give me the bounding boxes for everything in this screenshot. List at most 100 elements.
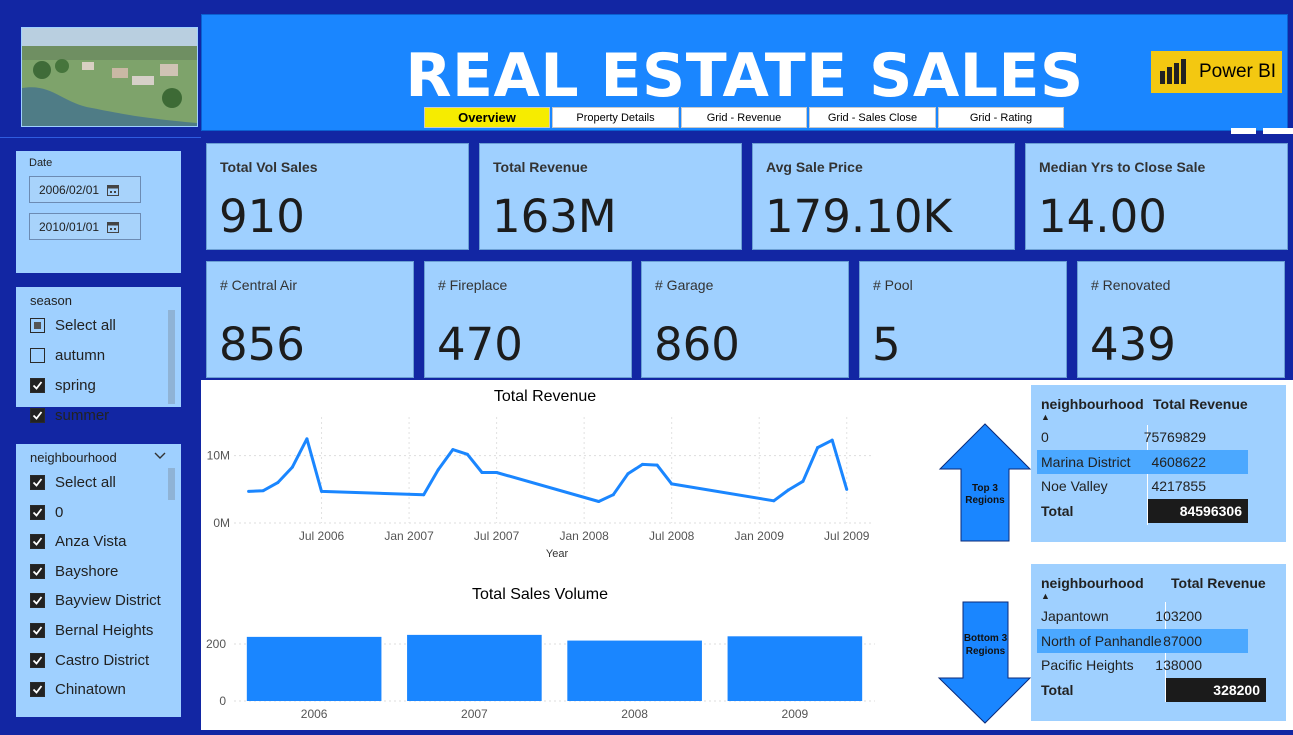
- kpi-card[interactable]: Total Revenue 163M: [479, 143, 742, 250]
- header-banner: REAL ESTATE SALES Power BI Overview Prop…: [201, 14, 1288, 131]
- sort-up-icon[interactable]: ▲: [1041, 591, 1050, 601]
- col-header-total-revenue[interactable]: Total Revenue: [1171, 575, 1266, 591]
- slicer-item-label: Chinatown: [55, 681, 126, 699]
- line-point[interactable]: [436, 468, 440, 472]
- line-point[interactable]: [845, 487, 849, 491]
- slicer-item[interactable]: Select all: [30, 474, 116, 491]
- checkbox-checked-icon[interactable]: [30, 593, 45, 609]
- kpi-card[interactable]: # Renovated 439: [1077, 261, 1285, 378]
- slicer-item[interactable]: Bernal Heights: [30, 622, 153, 639]
- slicer-item[interactable]: Bayview District: [30, 592, 161, 609]
- checkbox-checked-icon[interactable]: [30, 534, 45, 550]
- line-point[interactable]: [305, 437, 309, 441]
- scrollbar[interactable]: [168, 310, 175, 404]
- cell-neighbourhood: 0: [1041, 429, 1049, 445]
- checkbox-checked-icon[interactable]: [30, 378, 45, 393]
- tab-property-details[interactable]: Property Details: [552, 107, 679, 128]
- cell-total-revenue: 103200: [1155, 608, 1202, 624]
- checkbox-checked-icon[interactable]: [30, 623, 45, 638]
- kpi-label: Total Revenue: [493, 159, 588, 175]
- bar[interactable]: [407, 634, 542, 701]
- kpi-card[interactable]: # Central Air 856: [206, 261, 414, 378]
- chevron-down-icon[interactable]: [154, 452, 166, 460]
- slicer-item[interactable]: spring: [30, 377, 96, 394]
- slicer-item[interactable]: Bayshore: [30, 563, 118, 580]
- total-sales-volume-bar-chart[interactable]: Total Sales Volume 0 200 2006 2007 2008 2009: [206, 586, 875, 721]
- line-point[interactable]: [290, 465, 294, 469]
- checkbox-checked-icon[interactable]: [30, 475, 45, 490]
- line-point[interactable]: [465, 452, 469, 456]
- line-point[interactable]: [611, 493, 615, 497]
- line-point[interactable]: [451, 448, 455, 452]
- tab-grid-revenue[interactable]: Grid - Revenue: [681, 107, 807, 128]
- top-regions-table[interactable]: neighbourhood ▲ Total Revenue 0 75769829 M…: [1031, 385, 1286, 542]
- line-point[interactable]: [247, 489, 251, 493]
- checkbox-checked-icon[interactable]: [30, 408, 45, 423]
- line-point[interactable]: [495, 471, 499, 474]
- line-point[interactable]: [786, 488, 790, 492]
- line-point[interactable]: [772, 499, 776, 503]
- table-row[interactable]: Pacific Heights 138000: [1037, 653, 1248, 677]
- line-point[interactable]: [276, 481, 280, 485]
- kpi-card[interactable]: Total Vol Sales 910: [206, 143, 469, 250]
- kpi-card[interactable]: Median Yrs to Close Sale 14.00: [1025, 143, 1288, 250]
- line-point[interactable]: [830, 438, 834, 442]
- table-row[interactable]: Japantown 103200: [1037, 604, 1248, 628]
- kpi-card[interactable]: Avg Sale Price 179.10K: [752, 143, 1015, 250]
- x-tick-label: 2006: [301, 707, 328, 721]
- table-row[interactable]: Marina District 4608622: [1037, 449, 1248, 474]
- revenue-series-line[interactable]: [248, 437, 849, 503]
- line-point[interactable]: [655, 463, 659, 467]
- calendar-icon[interactable]: [107, 184, 120, 196]
- table-row[interactable]: Noe Valley 4217855: [1037, 474, 1248, 498]
- kpi-card[interactable]: # Garage 860: [641, 261, 849, 378]
- bar[interactable]: [727, 636, 863, 701]
- scrollbar[interactable]: [168, 468, 175, 500]
- line-point[interactable]: [816, 446, 820, 450]
- table-row[interactable]: North of Panhandle 87000: [1037, 628, 1248, 653]
- bar[interactable]: [246, 636, 382, 701]
- tab-overview[interactable]: Overview: [424, 107, 550, 128]
- slicer-item[interactable]: Chinatown: [30, 681, 126, 698]
- slicer-item-label: autumn: [55, 347, 106, 364]
- col-header-neighbourhood[interactable]: neighbourhood: [1041, 396, 1144, 412]
- line-point[interactable]: [670, 482, 674, 486]
- slicer-item[interactable]: summer: [30, 407, 109, 424]
- tab-grid-rating[interactable]: Grid - Rating: [938, 107, 1064, 128]
- line-point[interactable]: [261, 489, 265, 493]
- checkbox-icon[interactable]: [30, 348, 45, 363]
- checkbox-checked-icon[interactable]: [30, 652, 45, 668]
- calendar-icon[interactable]: [107, 221, 120, 233]
- checkbox-checked-icon[interactable]: [30, 563, 45, 579]
- line-point[interactable]: [480, 471, 484, 474]
- tab-grid-sales-close[interactable]: Grid - Sales Close: [809, 107, 936, 128]
- slicer-item[interactable]: autumn: [30, 347, 105, 364]
- checkbox-checked-icon[interactable]: [30, 504, 45, 520]
- start-date-field[interactable]: 2006/02/01: [29, 176, 141, 203]
- kpi-card[interactable]: # Fireplace 470: [424, 261, 632, 378]
- total-revenue-line-chart[interactable]: Total Revenue 0M 10M Jul 2006 Jan 2007 Jul …: [207, 388, 873, 560]
- checkbox-checked-icon[interactable]: [30, 682, 45, 698]
- table-row[interactable]: 0 75769829: [1037, 425, 1248, 449]
- line-point[interactable]: [640, 462, 644, 466]
- visual-header-icon[interactable]: [1231, 128, 1256, 134]
- line-point[interactable]: [597, 499, 601, 503]
- sort-up-icon[interactable]: ▲: [1041, 412, 1050, 422]
- kpi-card[interactable]: # Pool 5: [859, 261, 1067, 378]
- checkbox-partial-icon[interactable]: [30, 318, 45, 333]
- slicer-item[interactable]: 0: [30, 504, 63, 521]
- bar[interactable]: [567, 640, 702, 701]
- end-date-field[interactable]: 2010/01/01: [29, 213, 141, 240]
- line-point[interactable]: [801, 479, 805, 483]
- line-point[interactable]: [422, 493, 426, 497]
- line-point[interactable]: [320, 489, 324, 493]
- visual-header-icon[interactable]: [1263, 128, 1293, 134]
- slicer-item[interactable]: Castro District: [30, 652, 149, 669]
- col-header-neighbourhood[interactable]: neighbourhood: [1041, 575, 1144, 591]
- col-header-total-revenue[interactable]: Total Revenue: [1153, 396, 1248, 412]
- slicer-item[interactable]: Select all: [30, 317, 116, 334]
- season-slicer: season Select all autumn spring summer: [16, 287, 181, 424]
- slicer-item[interactable]: Anza Vista: [30, 533, 126, 550]
- bottom-regions-table[interactable]: neighbourhood ▲ Total Revenue Japantown 1…: [1031, 564, 1286, 721]
- line-point[interactable]: [626, 472, 630, 476]
